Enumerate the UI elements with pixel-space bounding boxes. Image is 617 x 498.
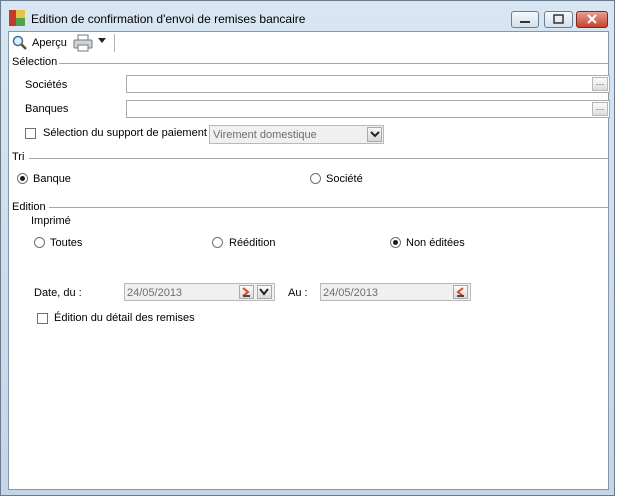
banques-field[interactable]: … bbox=[126, 100, 610, 118]
edition-reedition-radio[interactable] bbox=[212, 237, 223, 248]
date-from-value: 24/05/2013 bbox=[127, 287, 183, 299]
detail-checkbox-label: Édition du détail des remises bbox=[54, 312, 195, 324]
edition-non-editees-radio[interactable] bbox=[390, 237, 401, 248]
selection-section-label: Sélection bbox=[12, 56, 58, 68]
tri-section-label: Tri bbox=[12, 151, 25, 163]
minimize-button[interactable] bbox=[511, 11, 539, 28]
chevron-down-icon bbox=[98, 38, 106, 43]
dialog-content: Aperçu Sélection Sociétés … Banques … Sé… bbox=[8, 31, 610, 490]
tri-societe-label: Société bbox=[326, 173, 363, 185]
magnifier-icon bbox=[12, 35, 27, 50]
dialog-window: Edition de confirmation d'envoi de remis… bbox=[0, 0, 615, 496]
print-dropdown-arrow[interactable] bbox=[98, 38, 106, 44]
close-button[interactable] bbox=[576, 11, 608, 28]
societes-browse-button[interactable]: … bbox=[592, 77, 608, 91]
societes-label: Sociétés bbox=[25, 79, 68, 91]
calendar-arrow-icon bbox=[456, 287, 464, 297]
chevron-down-icon bbox=[370, 131, 380, 138]
detail-checkbox[interactable] bbox=[37, 313, 48, 324]
support-checkbox[interactable] bbox=[25, 128, 36, 139]
close-icon bbox=[587, 14, 597, 24]
edition-non-editees-label: Non éditées bbox=[406, 237, 465, 249]
support-select-value: Virement domestique bbox=[213, 129, 317, 141]
app-icon bbox=[9, 10, 25, 26]
support-select-dropdown[interactable] bbox=[367, 127, 382, 142]
toolbar: Aperçu bbox=[9, 32, 608, 54]
date-from-field[interactable]: 24/05/2013 bbox=[124, 283, 275, 301]
title-bar[interactable]: Edition de confirmation d'envoi de remis… bbox=[1, 1, 614, 31]
edition-section-label: Edition bbox=[12, 201, 46, 213]
tri-banque-label: Banque bbox=[33, 173, 71, 185]
date-to-prev-button[interactable] bbox=[453, 285, 468, 299]
window-title: Edition de confirmation d'envoi de remis… bbox=[31, 12, 306, 26]
date-from-dropdown[interactable] bbox=[257, 285, 272, 299]
maximize-icon bbox=[553, 14, 564, 24]
preview-button[interactable]: Aperçu bbox=[12, 35, 67, 51]
support-checkbox-label: Sélection du support de paiement bbox=[43, 127, 207, 139]
toolbar-separator bbox=[114, 34, 115, 52]
print-button[interactable] bbox=[73, 34, 93, 52]
date-from-label: Date, du : bbox=[34, 287, 82, 299]
preview-label: Aperçu bbox=[32, 37, 67, 49]
date-to-field[interactable]: 24/05/2013 bbox=[320, 283, 471, 301]
tri-divider bbox=[29, 158, 608, 159]
support-select[interactable]: Virement domestique bbox=[209, 125, 384, 144]
banques-browse-button[interactable]: … bbox=[592, 102, 608, 116]
tri-societe-radio[interactable] bbox=[310, 173, 321, 184]
printer-icon bbox=[73, 34, 93, 52]
chevron-down-icon bbox=[259, 288, 269, 296]
societes-field[interactable]: … bbox=[126, 75, 610, 93]
banques-label: Banques bbox=[25, 103, 69, 115]
date-to-label: Au : bbox=[288, 287, 308, 299]
maximize-button[interactable] bbox=[544, 11, 573, 28]
edition-divider bbox=[49, 207, 608, 208]
edition-toutes-radio[interactable] bbox=[34, 237, 45, 248]
edition-toutes-label: Toutes bbox=[50, 237, 83, 249]
date-to-value: 24/05/2013 bbox=[323, 287, 379, 299]
selection-divider bbox=[59, 63, 608, 64]
imprime-label: Imprimé bbox=[31, 215, 71, 227]
tri-banque-radio[interactable] bbox=[17, 173, 28, 184]
minimize-icon bbox=[520, 21, 530, 23]
calendar-arrow-icon bbox=[242, 287, 250, 297]
edition-reedition-label: Réédition bbox=[229, 237, 276, 249]
date-from-next-button[interactable] bbox=[239, 285, 254, 299]
